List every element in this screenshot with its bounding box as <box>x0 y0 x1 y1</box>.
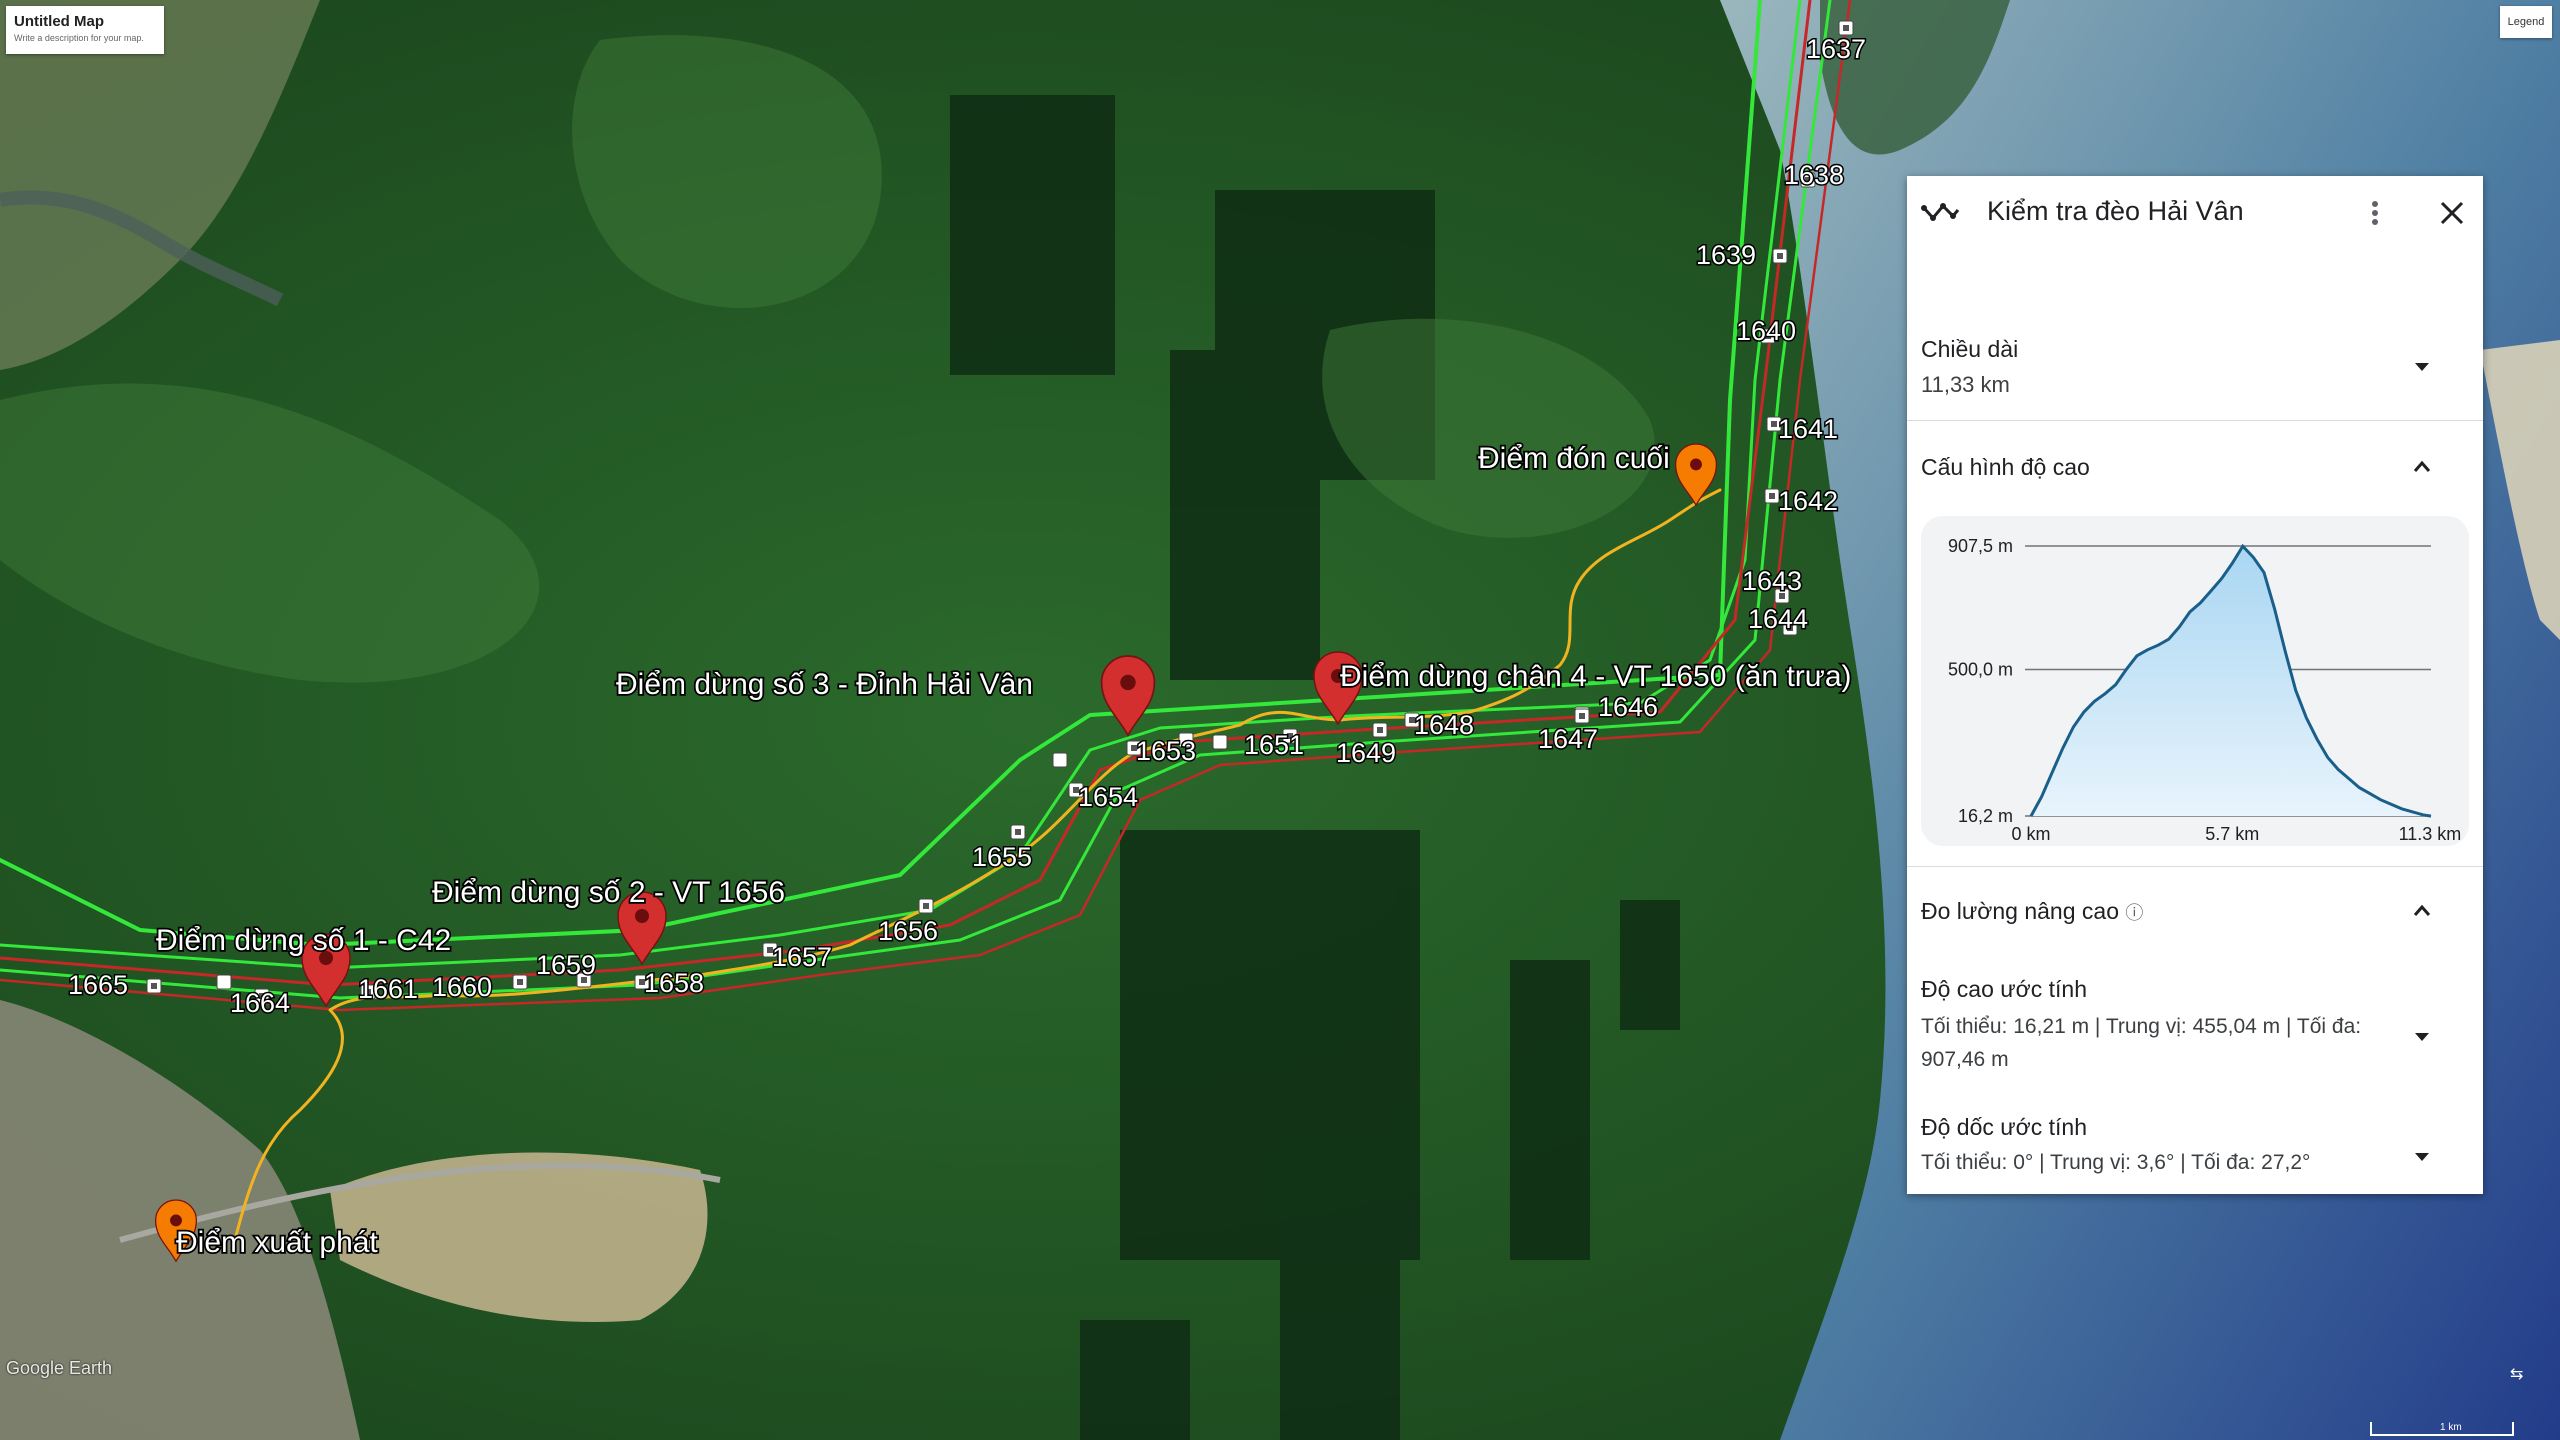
slope-label: Độ dốc ước tính <box>1921 1114 2087 1140</box>
tower-label-1654: 1654 <box>1078 782 1138 812</box>
close-icon[interactable] <box>2437 198 2467 228</box>
divider <box>1907 866 2483 867</box>
tower-marker-dot <box>1769 493 1775 499</box>
tower-label-1651: 1651 <box>1244 730 1304 760</box>
tower-label-1638: 1638 <box>1784 160 1844 190</box>
tower-label-1660: 1660 <box>432 972 492 1002</box>
elevation-value: Tối thiểu: 16,21 m | Trung vị: 455,04 m … <box>1921 1015 2362 1071</box>
chevron-up-icon[interactable] <box>2407 452 2437 482</box>
tower-label-1643: 1643 <box>1742 566 1802 596</box>
pin-label-end: Điểm đón cuối <box>1478 442 1670 475</box>
tower-label-1642: 1642 <box>1778 486 1838 516</box>
more-options-icon[interactable] <box>2360 198 2390 228</box>
tower-marker-dot <box>151 983 157 989</box>
profile-label: Cấu hình độ cao <box>1921 454 2090 480</box>
tower-label-1641: 1641 <box>1778 414 1838 444</box>
tower-marker-dot <box>1771 421 1777 427</box>
tower-marker-dot <box>1579 713 1585 719</box>
legend-button[interactable]: Legend <box>2500 6 2552 38</box>
tower-label-1659: 1659 <box>536 950 596 980</box>
tower-marker-dot <box>517 979 523 985</box>
compass-icon[interactable]: ⇆ <box>2510 1364 2523 1383</box>
elevation-chart-card: 907,5 m 500,0 m 16,2 m0 km 5.7 km 11.3 km <box>1921 516 2469 846</box>
tower-label-1656: 1656 <box>878 916 938 946</box>
length-value: 11,33 km <box>1921 372 2010 397</box>
path-icon <box>1921 203 1960 221</box>
tower-marker-dot <box>1843 25 1849 31</box>
tower-label-1653: 1653 <box>1136 736 1196 766</box>
panel-title: Kiểm tra đèo Hải Vân <box>1987 196 2244 226</box>
tower-label-1655: 1655 <box>972 842 1032 872</box>
pin-dot <box>635 909 649 923</box>
tower-marker-dot <box>1015 829 1021 835</box>
chevron-down-icon[interactable] <box>2407 1022 2437 1052</box>
x-tick-label: 11.3 km <box>2399 824 2462 844</box>
pin-label-stop1: Điểm dừng số 1 - C42 <box>156 924 451 957</box>
tower-label-1657: 1657 <box>772 942 832 972</box>
advanced-label-text: Đo lường nâng cao <box>1921 898 2119 924</box>
info-icon[interactable]: ⓘ <box>2125 903 2143 923</box>
panel-header: Kiểm tra đèo Hải Vân <box>1907 176 2483 248</box>
tower-marker[interactable] <box>1052 752 1068 768</box>
pin-dot <box>1690 458 1702 471</box>
map-title: Untitled Map <box>14 13 104 30</box>
divider <box>1907 420 2483 421</box>
tower-label-1661: 1661 <box>358 974 418 1004</box>
advanced-label: Đo lường nâng cao ⓘ <box>1921 898 2143 925</box>
pin-dot <box>1120 674 1136 691</box>
map-title-box[interactable]: Untitled Map Write a description for you… <box>6 6 164 54</box>
slope-value: Tối thiểu: 0° | Trung vị: 3,6° | Tối đa:… <box>1921 1151 2311 1174</box>
tower-label-1648: 1648 <box>1414 710 1474 740</box>
scale-label: 1 km <box>2440 1422 2462 1433</box>
pin-label-stop4: Điểm dừng chân 4 - VT 1650 (ăn trưa) <box>1340 660 1852 693</box>
pin-label-start: Điểm xuất phát <box>176 1226 378 1259</box>
elevation-chart[interactable]: 907,5 m 500,0 m 16,2 m0 km 5.7 km 11.3 km <box>1921 516 2469 846</box>
tower-label-1646: 1646 <box>1598 692 1658 722</box>
chevron-down-icon[interactable] <box>2407 1142 2437 1172</box>
tower-label-1658: 1658 <box>644 968 704 998</box>
chevron-up-icon[interactable] <box>2407 896 2437 926</box>
elevation-label: Độ cao ước tính <box>1921 976 2087 1002</box>
tower-label-1644: 1644 <box>1748 604 1808 634</box>
tower-label-1665: 1665 <box>68 970 128 1000</box>
length-label: Chiều dài <box>1921 336 2019 362</box>
tower-marker[interactable] <box>1212 734 1228 750</box>
tower-label-1664: 1664 <box>230 988 290 1018</box>
pin-dot <box>170 1214 182 1227</box>
tower-marker-dot <box>1377 727 1383 733</box>
chevron-down-icon[interactable] <box>2407 352 2437 382</box>
tower-label-1637: 1637 <box>1806 34 1866 64</box>
tower-label-1639: 1639 <box>1696 240 1756 270</box>
tower-marker[interactable] <box>216 974 232 990</box>
y-tick-label: 16,2 m <box>1958 806 2013 826</box>
tower-label-1649: 1649 <box>1336 738 1396 768</box>
x-tick-label: 5.7 km <box>2205 824 2259 844</box>
tower-label-1647: 1647 <box>1538 724 1598 754</box>
tower-marker-dot <box>923 903 929 909</box>
measurement-panel: Kiểm tra đèo Hải Vân Chiều dài 11,33 km … <box>1907 176 2483 1194</box>
pin-label-stop3: Điểm dừng số 3 - Đỉnh Hải Vân <box>616 668 1033 701</box>
y-tick-label: 500,0 m <box>1948 659 2013 679</box>
pin-label-stop2: Điểm dừng số 2 - VT 1656 <box>432 876 785 909</box>
y-tick-label: 907,5 m <box>1948 536 2013 556</box>
map-description: Write a description for your map. <box>14 33 144 43</box>
tower-marker-dot <box>1777 253 1783 259</box>
google-earth-attribution: Google Earth <box>6 1358 113 1378</box>
tower-label-1640: 1640 <box>1736 316 1796 346</box>
x-tick-label: 0 km <box>2011 824 2050 844</box>
elevation-area <box>2031 546 2431 817</box>
